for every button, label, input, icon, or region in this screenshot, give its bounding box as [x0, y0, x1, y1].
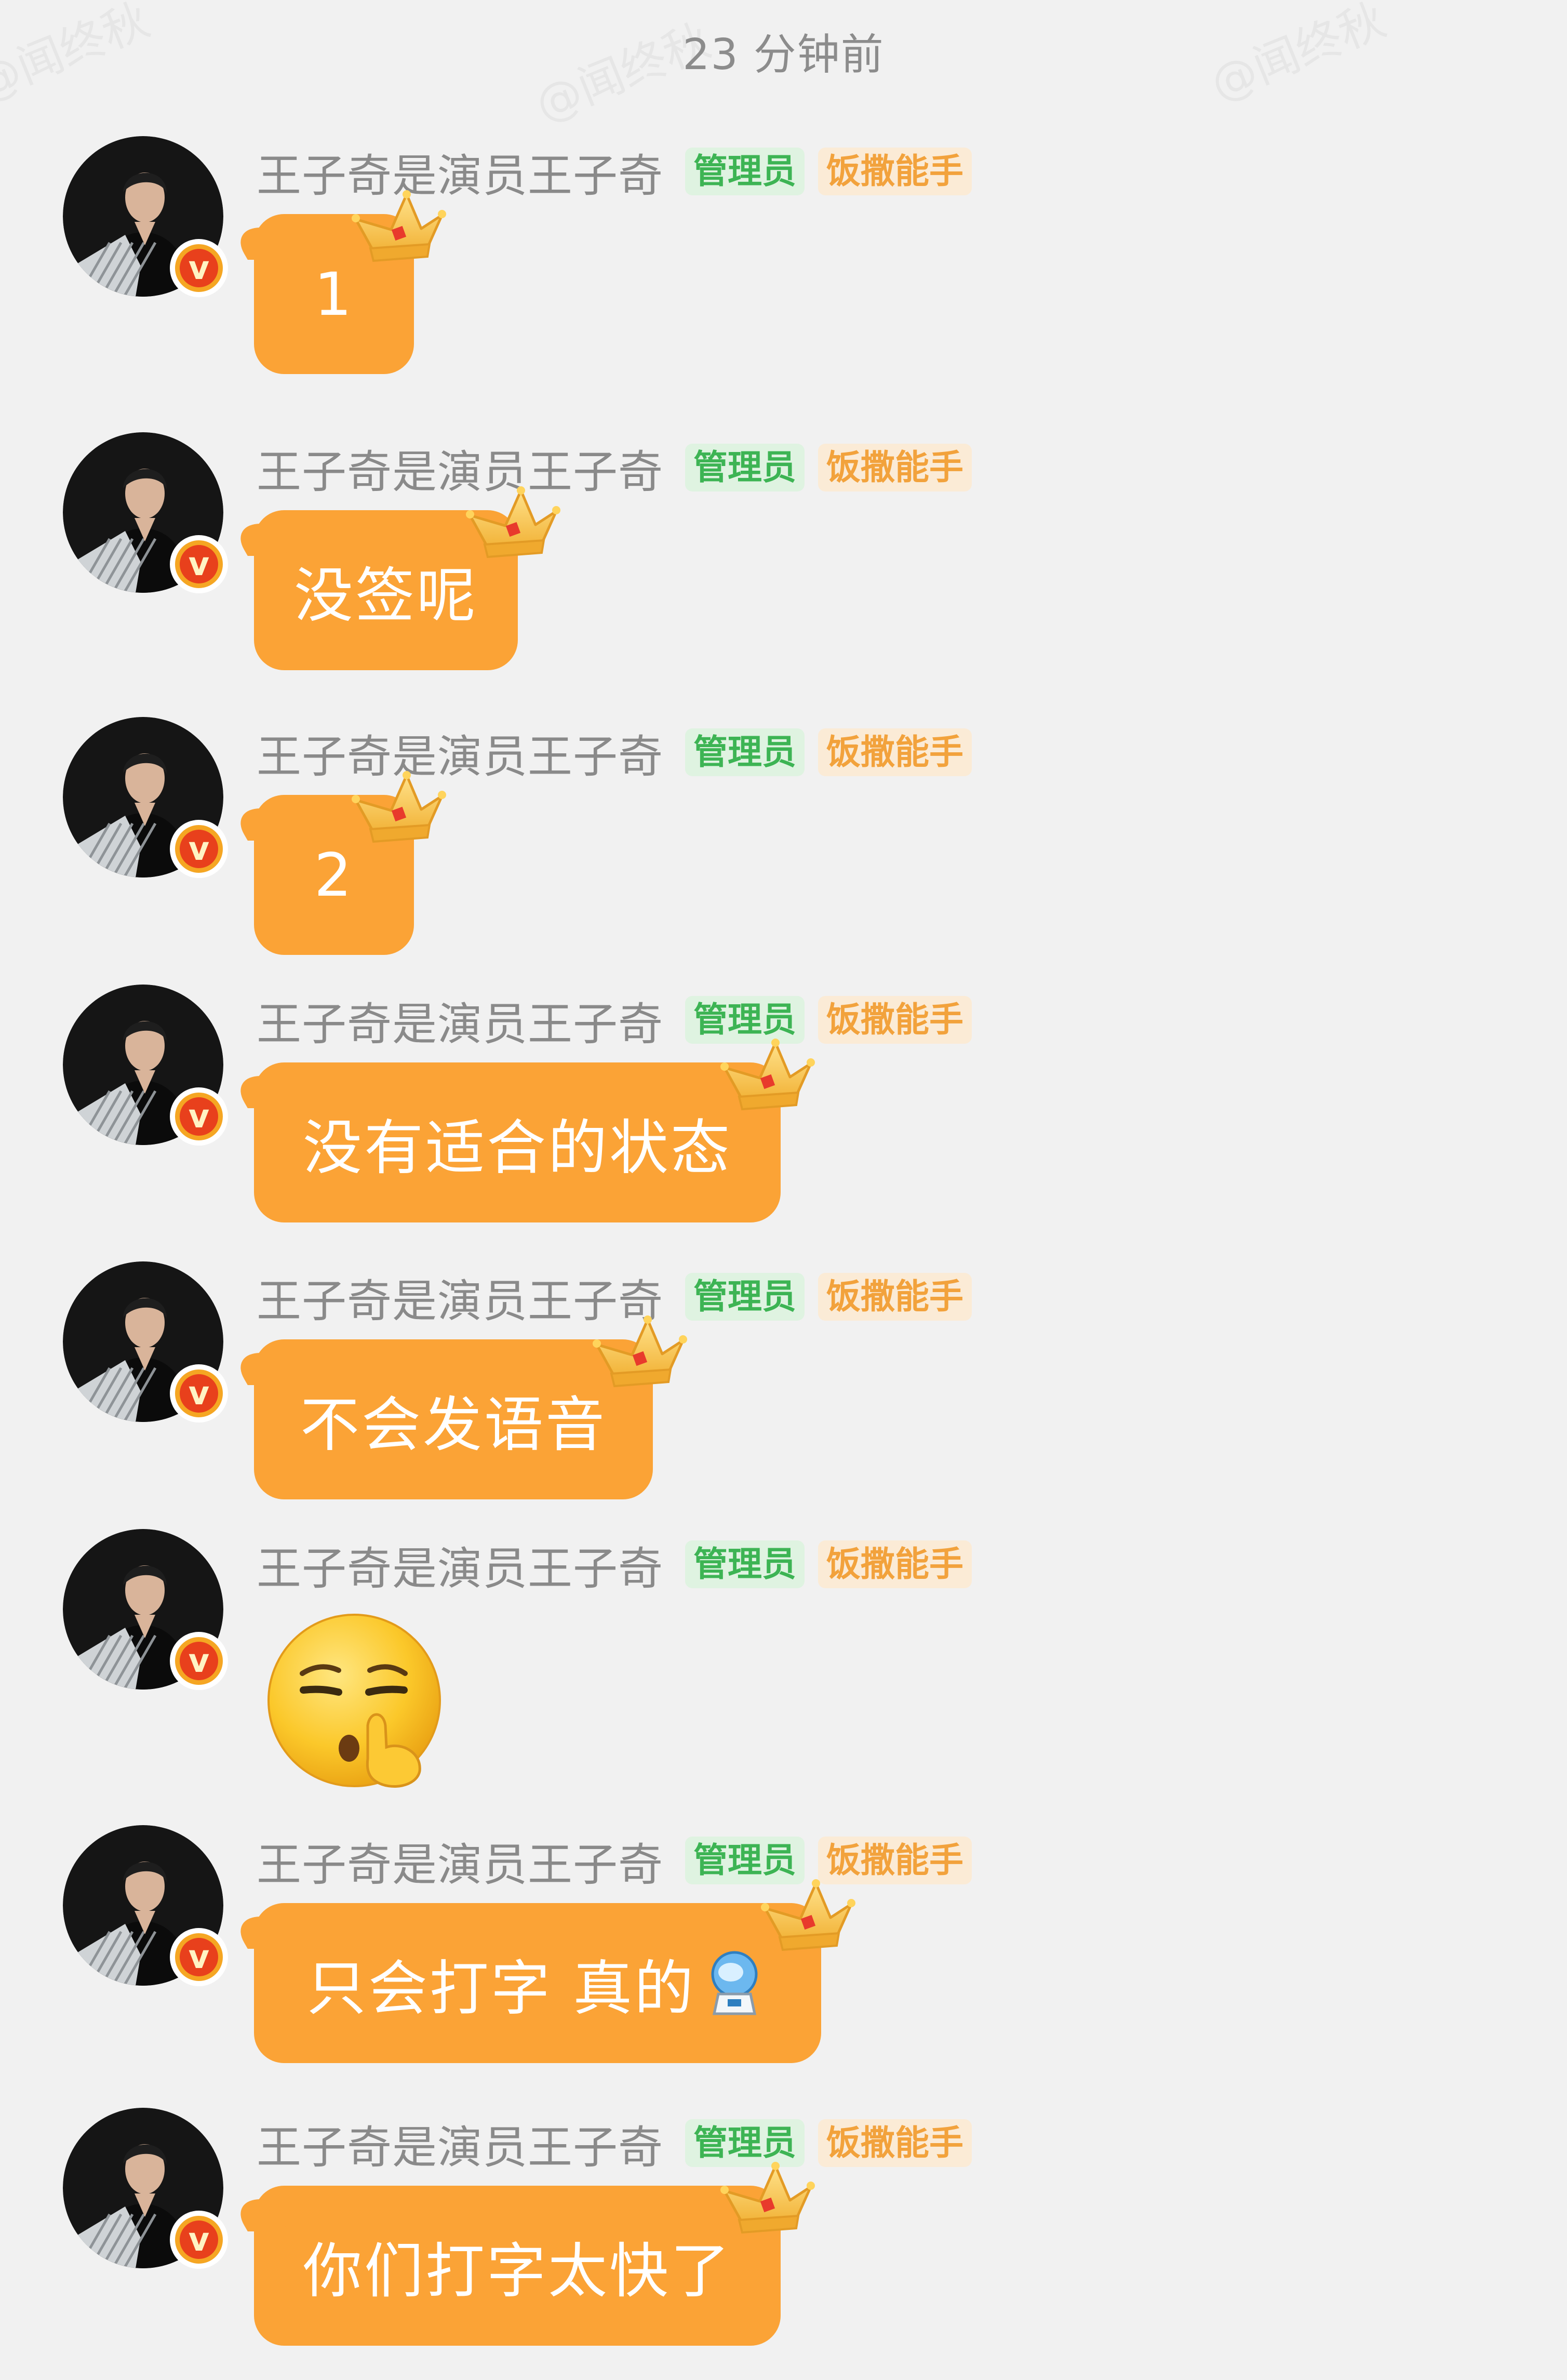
message-text: 不会发语音 — [300, 1390, 607, 1459]
message-bubble[interactable]: 不会发语音 — [254, 1315, 687, 1499]
message-row: v 王子奇是演员王子奇 管理员 饭撒能手 不会发语音 — [0, 1261, 1567, 1532]
fan-badge: 饭撒能手 — [818, 148, 972, 195]
crown-icon — [352, 190, 446, 262]
sender-name[interactable]: 王子奇是演员王子奇 — [257, 2111, 663, 2176]
verified-v-icon: v — [170, 820, 228, 878]
sender-name[interactable]: 王子奇是演员王子奇 — [257, 988, 663, 1053]
admin-badge: 管理员 — [685, 148, 805, 195]
sender-name[interactable]: 王子奇是演员王子奇 — [257, 435, 663, 500]
avatar[interactable]: v — [63, 1825, 228, 1986]
avatar[interactable]: v — [63, 1529, 228, 1690]
fan-badge: 饭撒能手 — [818, 1540, 972, 1588]
message-row: v 王子奇是演员王子奇 管理员 饭撒能手没签呢 — [0, 432, 1567, 702]
message-row: v 王子奇是演员王子奇 管理员 饭撒能手 2 — [0, 717, 1567, 987]
verified-v-icon: v — [170, 1364, 228, 1422]
message-bubble[interactable]: 你们打字太快了 — [254, 2162, 815, 2346]
sender-name[interactable]: 王子奇是演员王子奇 — [257, 1828, 663, 1893]
avatar[interactable]: v — [63, 1261, 228, 1422]
admin-badge: 管理员 — [685, 1273, 805, 1321]
message-text: 没签呢 — [294, 561, 478, 630]
verified-v-icon: v — [170, 1087, 228, 1146]
message-text: 2 — [314, 840, 354, 910]
sender-name[interactable]: 王子奇是演员王子奇 — [257, 720, 663, 785]
avatar[interactable]: v — [63, 717, 228, 878]
crown-icon — [720, 1039, 815, 1111]
fan-badge: 饭撒能手 — [818, 996, 972, 1044]
fan-badge: 饭撒能手 — [818, 2119, 972, 2167]
chat-screen: @闻终秋 @闻终秋 @闻终秋 23 分钟前 v王子奇是演员王子奇管理员饭撒能手1… — [0, 0, 1567, 2380]
avatar[interactable]: v — [63, 2108, 228, 2269]
sender-name[interactable]: 王子奇是演员王子奇 — [257, 139, 663, 204]
avatar[interactable]: v — [63, 985, 228, 1146]
avatar[interactable]: v — [63, 136, 228, 297]
crown-icon — [761, 1879, 855, 1951]
sender-line: 王子奇是演员王子奇 管理员 饭撒能手 — [257, 994, 985, 1051]
message-bubble[interactable]: 没签呢 — [254, 486, 560, 670]
sender-line: 王子奇是演员王子奇 管理员 饭撒能手 — [257, 1538, 985, 1595]
message-text: 只会打字 真的 — [306, 1953, 696, 2023]
verified-v-icon: v — [170, 2211, 228, 2269]
message-bubble[interactable]: 没有适合的状态 — [254, 1039, 815, 1222]
message-text: 你们打字太快了 — [302, 2236, 732, 2306]
message-row: v 王子奇是演员王子奇 管理员 饭撒能手只会打字 真的 — [0, 1825, 1567, 2095]
message-bubble[interactable]: 只会打字 真的 — [254, 1879, 855, 2063]
fan-badge: 饭撒能手 — [818, 1273, 972, 1321]
verified-v-icon: v — [170, 535, 228, 593]
crown-icon — [352, 771, 446, 843]
message-timestamp: 23 分钟前 — [682, 30, 885, 79]
astronaut-emoji-icon — [711, 1951, 758, 2015]
message-row: v 王子奇是演员王子奇 管理员 饭撒能手没有适合的状态 — [0, 985, 1567, 1255]
message-row: v 王子奇是演员王子奇 管理员 饭撒能手 1 — [0, 136, 1567, 406]
admin-badge: 管理员 — [685, 1540, 805, 1588]
sender-line: 王子奇是演员王子奇 管理员 饭撒能手 — [257, 1834, 985, 1891]
crown-icon — [720, 2162, 815, 2234]
message-row: v 王子奇是演员王子奇 管理员 饭撒能手 — [0, 1529, 1567, 1799]
verified-v-icon: v — [170, 1928, 228, 1986]
fan-badge: 饭撒能手 — [818, 444, 972, 491]
message-bubble[interactable]: 1 — [254, 190, 446, 374]
sender-line: 王子奇是演员王子奇 管理员 饭撒能手 — [257, 2117, 985, 2174]
fan-badge: 饭撒能手 — [818, 728, 972, 776]
message-text: 1 — [314, 259, 354, 329]
admin-badge: 管理员 — [685, 444, 805, 491]
sender-line: 王子奇是演员王子奇 管理员 饭撒能手 — [257, 442, 985, 498]
avatar[interactable]: v — [63, 432, 228, 593]
shush-emoji-icon[interactable] — [266, 1612, 451, 1797]
verified-v-icon: v — [170, 1632, 228, 1690]
sender-name[interactable]: 王子奇是演员王子奇 — [257, 1532, 663, 1597]
message-row: v 王子奇是演员王子奇 管理员 饭撒能手你们打字太快了 — [0, 2108, 1567, 2378]
message-text: 没有适合的状态 — [302, 1113, 732, 1182]
verified-v-icon: v — [170, 239, 228, 297]
crown-icon — [593, 1315, 687, 1388]
crown-icon — [466, 486, 560, 559]
admin-badge: 管理员 — [685, 728, 805, 776]
message-bubble[interactable]: 2 — [254, 771, 446, 955]
